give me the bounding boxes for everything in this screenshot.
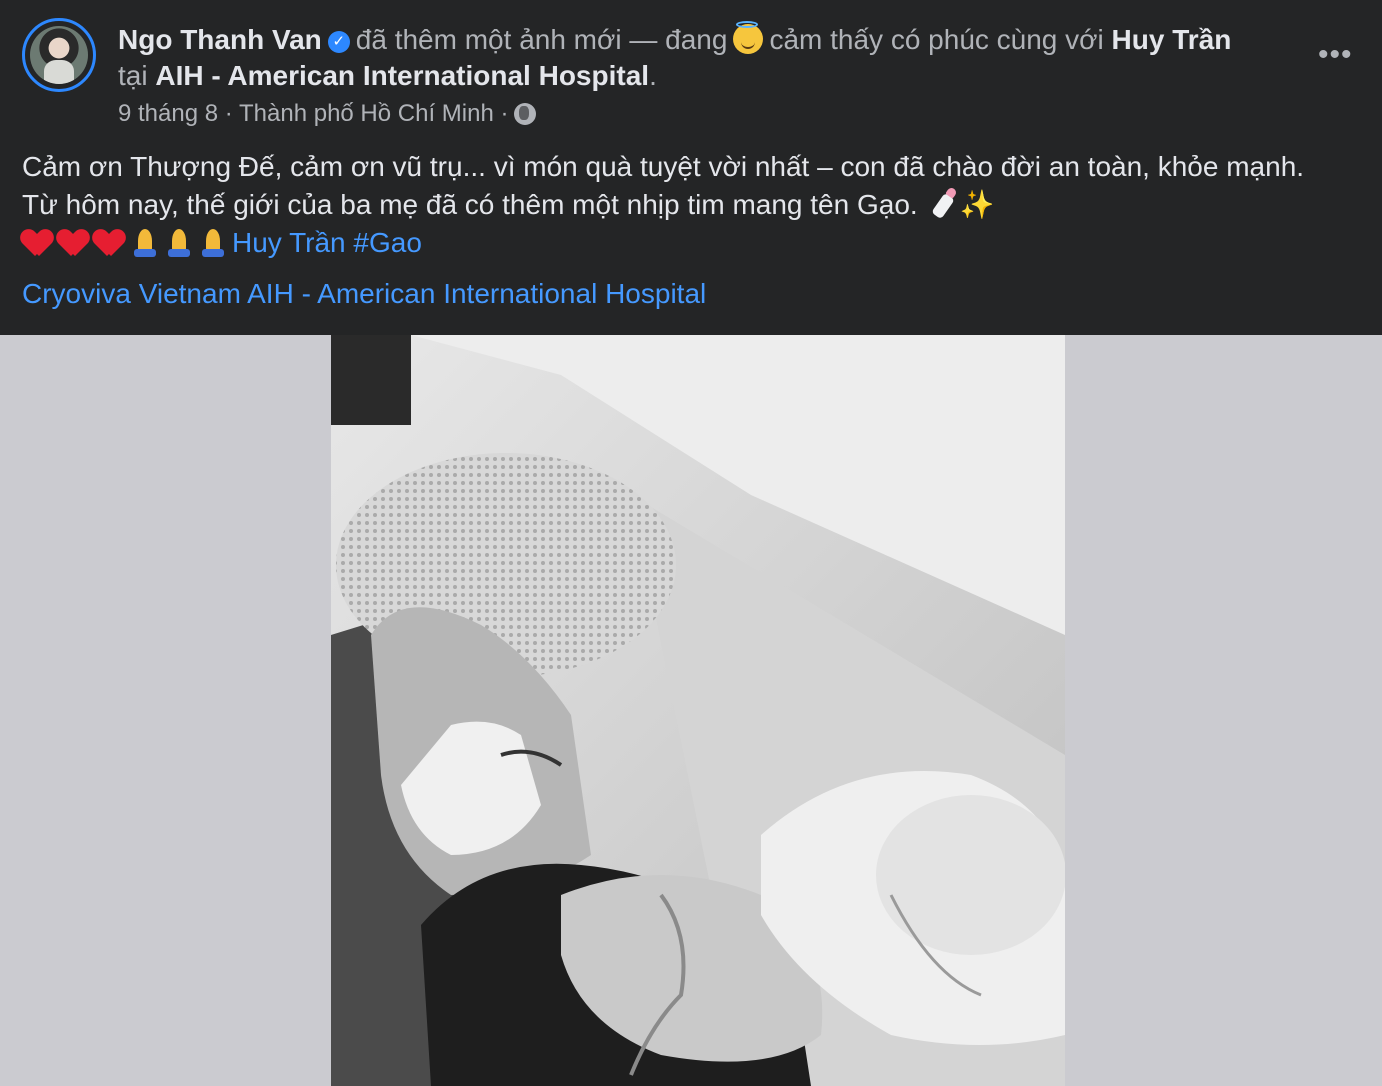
post-photo[interactable] bbox=[331, 335, 1065, 1086]
folded-hands-icon bbox=[130, 227, 160, 257]
meta-separator: · bbox=[500, 100, 509, 127]
post-city-link[interactable]: Thành phố Hồ Chí Minh bbox=[239, 100, 494, 127]
globe-icon[interactable] bbox=[514, 103, 537, 125]
baby-bottle-icon bbox=[929, 188, 959, 218]
mention-link[interactable]: Huy Trần bbox=[232, 227, 346, 258]
meta-separator: · bbox=[224, 100, 233, 127]
post-caption: Cảm ơn Thượng Đế, cảm ơn vũ trụ... vì mó… bbox=[22, 148, 1304, 262]
red-heart-icon bbox=[22, 230, 52, 256]
caption-line-2: Từ hôm nay, thế giới của ba mẹ đã có thê… bbox=[22, 186, 1304, 224]
action-text: đã thêm một ảnh mới — đang bbox=[355, 24, 728, 55]
caption-line-1: Cảm ơn Thượng Đế, cảm ơn vũ trụ... vì mó… bbox=[22, 151, 1305, 182]
author-name[interactable]: Ngo Thanh Van bbox=[118, 24, 322, 55]
tagged-person-link[interactable]: Huy Trần bbox=[1112, 24, 1232, 55]
verified-badge-icon: ✓ bbox=[327, 31, 350, 53]
post-date-link[interactable]: 9 tháng 8 bbox=[118, 100, 218, 127]
caption-line-3: Huy Trần #Gao bbox=[22, 224, 1304, 262]
newborn-photo-illustration bbox=[331, 335, 1065, 1086]
folded-hands-icon bbox=[198, 227, 228, 257]
red-heart-icon bbox=[58, 230, 88, 256]
location-prefix: tại bbox=[118, 60, 148, 91]
folded-hands-icon bbox=[164, 227, 194, 257]
post-header: Ngo Thanh Van ✓ đã thêm một ảnh mới — đang… bbox=[0, 0, 1382, 335]
profile-avatar[interactable] bbox=[22, 18, 96, 92]
feeling-text: cảm thấy có phúc cùng với bbox=[769, 24, 1104, 55]
more-options-button[interactable]: ••• bbox=[1318, 38, 1353, 72]
hashtag-link[interactable]: #Gao bbox=[353, 227, 422, 258]
post-location-line: tại AIH - American International Hospita… bbox=[118, 58, 657, 94]
smiling-face-with-halo-icon bbox=[733, 21, 764, 54]
location-suffix: . bbox=[649, 60, 657, 91]
avatar-photo bbox=[30, 26, 88, 84]
caption-line-2-text: Từ hôm nay, thế giới của ba mẹ đã có thê… bbox=[22, 189, 918, 220]
red-heart-icon bbox=[94, 230, 124, 256]
tagged-pages-link[interactable]: Cryoviva Vietnam AIH - American Internat… bbox=[22, 276, 706, 312]
post-headline: Ngo Thanh Van ✓ đã thêm một ảnh mới — đang… bbox=[118, 21, 1232, 58]
sparkles-icon: ✨ bbox=[959, 189, 995, 220]
post-meta: 9 tháng 8 · Thành phố Hồ Chí Minh · bbox=[118, 98, 537, 130]
location-link[interactable]: AIH - American International Hospital bbox=[155, 60, 649, 91]
